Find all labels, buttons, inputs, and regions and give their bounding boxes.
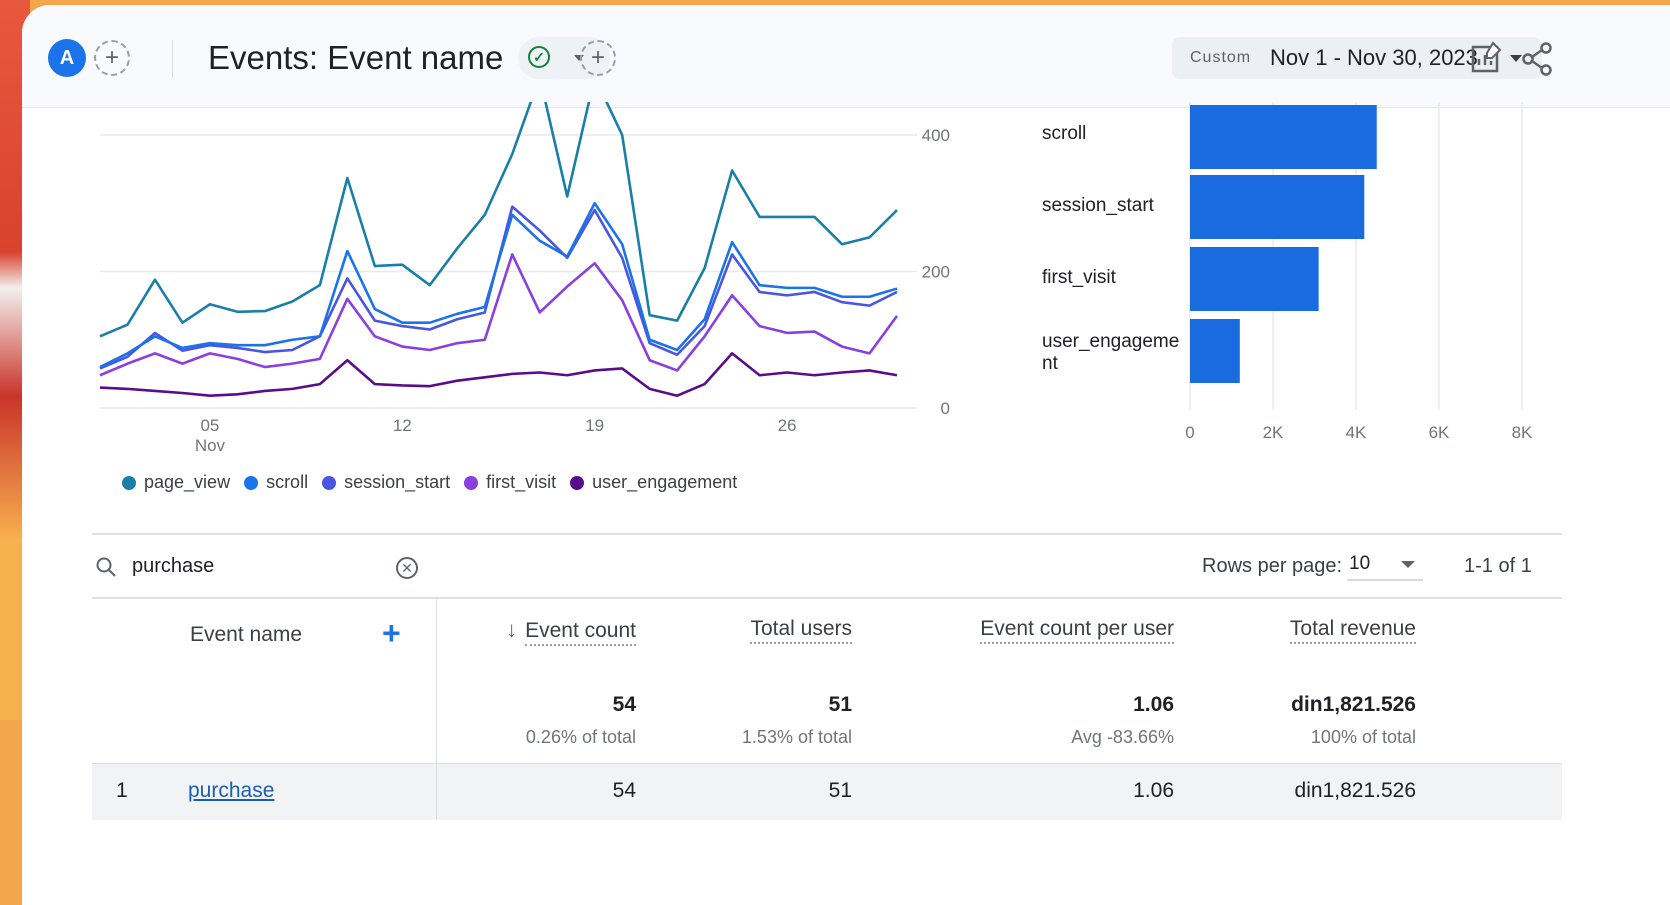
chart-legend: page_view scroll session_start first_vis… xyxy=(122,472,737,493)
column-header-event-count-per-user[interactable]: Event count per user xyxy=(980,617,1174,644)
x-tick-label: 4K xyxy=(1346,423,1367,442)
table-toolbar: purchase ✕ Rows per page: 10 1-1 of 1 xyxy=(92,535,1562,599)
event-name-column-header: Event name + xyxy=(92,597,437,763)
row-event-count-per-user: 1.06 xyxy=(1133,779,1174,802)
column-header-total-users[interactable]: Total users xyxy=(750,617,852,644)
column-header-label: Total revenue xyxy=(1289,617,1416,644)
total-users-share: 1.53% of total xyxy=(741,727,852,747)
event-name-link[interactable]: purchase xyxy=(188,779,274,803)
legend-item-scroll[interactable]: scroll xyxy=(244,472,308,493)
legend-label: page_view xyxy=(144,472,231,492)
column-divider xyxy=(436,763,437,819)
legend-label: first_visit xyxy=(486,472,557,492)
legend-item-session-start[interactable]: session_start xyxy=(322,472,450,493)
bar-user-engagement[interactable] xyxy=(1190,319,1240,383)
x-tick-label: 6K xyxy=(1429,423,1450,442)
x-tick-label: 0 xyxy=(1185,423,1194,442)
rows-per-page-select[interactable]: 10 xyxy=(1347,549,1423,581)
total-event-count-per-user: 1.06 xyxy=(1133,693,1174,716)
legend-label: session_start xyxy=(344,472,451,492)
row-total-users: 51 xyxy=(828,779,852,802)
column-header-label: Event count xyxy=(525,619,636,646)
legend-label: scroll xyxy=(266,472,309,492)
legend-dot xyxy=(322,475,337,490)
column-header-label: Total users xyxy=(750,617,852,644)
row-total-revenue: din1,821.526 xyxy=(1294,779,1416,802)
search-input[interactable]: purchase xyxy=(132,555,214,578)
legend-item-first-visit[interactable]: first_visit xyxy=(464,472,556,493)
legend-label: user_engagement xyxy=(592,472,738,492)
column-header-event-count[interactable]: ↓ Event count xyxy=(506,617,636,646)
clear-search-icon[interactable]: ✕ xyxy=(396,557,418,579)
total-revenue-share: 100% of total xyxy=(1310,727,1416,747)
legend-dot xyxy=(244,475,259,490)
legend-dot xyxy=(464,475,479,490)
bar-first-visit[interactable] xyxy=(1190,247,1319,311)
chevron-down-icon xyxy=(1401,561,1415,568)
total-event-count: 54 xyxy=(612,693,636,716)
add-dimension-icon[interactable]: + xyxy=(382,615,401,652)
x-tick-label: 8K xyxy=(1512,423,1533,442)
report-card: A + Events: Event name ✓ + Custom Nov 1 … xyxy=(22,5,1670,905)
events-bar-chart: 0 2K 4K 6K 8K xyxy=(1185,102,1533,442)
sort-descending-icon: ↓ xyxy=(506,617,518,642)
search-icon xyxy=(96,557,116,577)
total-revenue: din1,821.526 xyxy=(1291,693,1416,716)
column-header-label: Event count per user xyxy=(980,617,1174,644)
bar-session-start[interactable] xyxy=(1190,175,1365,239)
total-event-count-share: 0.26% of total xyxy=(525,727,636,747)
legend-item-user-engagement[interactable]: user_engagement xyxy=(570,472,737,493)
rows-per-page-label: Rows per page: xyxy=(1202,555,1343,577)
rows-per-page-value: 10 xyxy=(1349,553,1371,574)
legend-dot xyxy=(570,475,585,490)
row-event-count: 54 xyxy=(612,779,636,802)
x-tick-label: 2K xyxy=(1263,423,1284,442)
legend-item-page-view[interactable]: page_view xyxy=(122,472,230,493)
total-users: 51 xyxy=(828,693,852,716)
column-header-event-name[interactable]: Event name xyxy=(190,623,302,647)
legend-dot xyxy=(122,475,136,490)
pagination-range: 1-1 of 1 xyxy=(1464,555,1532,577)
row-index: 1 xyxy=(116,779,128,802)
bar-scroll[interactable] xyxy=(1190,105,1377,169)
total-event-count-per-user-avg: Avg -83.66% xyxy=(1071,727,1174,747)
column-header-total-revenue[interactable]: Total revenue xyxy=(1289,617,1416,644)
